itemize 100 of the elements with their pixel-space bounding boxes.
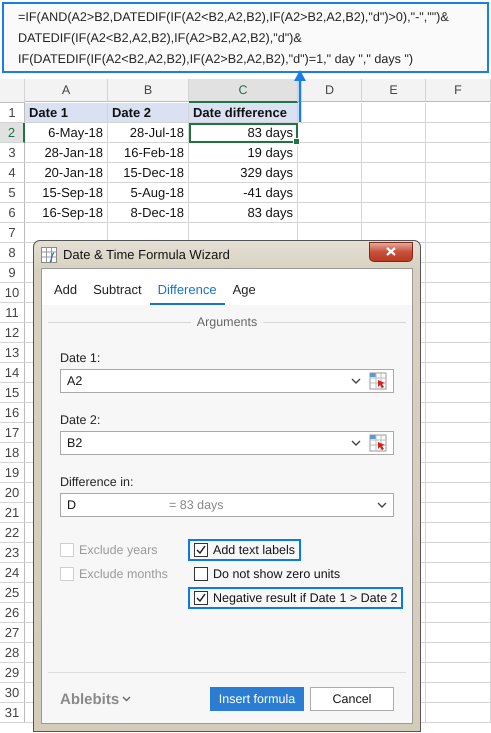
row-header[interactable]: 10 (0, 283, 25, 303)
table-cell: 28-Jul-18 (108, 123, 189, 143)
row-header[interactable]: 4 (0, 163, 25, 183)
column-header[interactable]: D (298, 79, 362, 102)
row-header[interactable]: 13 (0, 343, 25, 363)
tab[interactable]: Subtract (85, 269, 150, 305)
table-cell: 28-Jan-18 (25, 143, 108, 163)
table-cell: -41 days (189, 183, 298, 203)
row-header[interactable]: 15 (0, 383, 25, 403)
chevron-icon[interactable] (351, 378, 361, 384)
table-cell (298, 123, 362, 143)
table-cell (362, 103, 426, 123)
row-header[interactable]: 12 (0, 323, 25, 343)
formula-text: DATEDIF(IF(A2<B2,A2,B2),IF(A2>B2,A2,B2),"d")& (18, 30, 303, 47)
row-header[interactable]: 19 (0, 463, 25, 483)
column-header[interactable]: E (362, 79, 426, 102)
table-cell: 15-Dec-18 (108, 163, 189, 183)
reference-combo-box[interactable]: A2 (60, 369, 394, 393)
column-header[interactable]: A (25, 79, 108, 102)
table-cell: 83 days (189, 203, 298, 223)
tab[interactable]: Difference (150, 269, 225, 305)
table-cell (426, 163, 491, 183)
column-header[interactable]: B (108, 79, 189, 102)
table-cell (298, 143, 362, 163)
tab[interactable]: Add (46, 269, 86, 305)
row-header[interactable]: 29 (0, 663, 25, 683)
tab[interactable]: Age (224, 269, 264, 305)
result-preview: = 83 days (169, 498, 225, 512)
table-cell (362, 183, 426, 203)
row-header[interactable]: 8 (0, 243, 25, 263)
table-cell: 20-Jan-18 (25, 163, 108, 183)
row-header[interactable]: 25 (0, 583, 25, 603)
checkbox-option[interactable]: Do not show zero units (188, 563, 346, 585)
row-header[interactable]: 9 (0, 263, 25, 283)
checkbox-option[interactable]: Negative result if Date 1 > Date 2 (188, 587, 404, 609)
row-header[interactable]: 28 (0, 643, 25, 663)
insert-button[interactable]: Insert formula (210, 687, 304, 711)
column-header[interactable]: C (189, 79, 298, 103)
checkbox[interactable] (194, 543, 208, 557)
row-header[interactable]: 22 (0, 523, 25, 543)
row-header[interactable]: 23 (0, 543, 25, 563)
range-select-icon[interactable] (369, 434, 387, 452)
table-icon (41, 246, 57, 262)
row-header[interactable]: 11 (0, 303, 25, 323)
row-header[interactable]: 6 (0, 203, 25, 223)
unit-dropdown[interactable]: D = 83 days (60, 493, 394, 517)
field-label: Date 2: (60, 413, 102, 427)
cancel-button[interactable]: Cancel (310, 687, 394, 711)
row-header[interactable]: 31 (0, 703, 25, 723)
row-header[interactable]: 1 (0, 103, 25, 123)
table-cell (426, 103, 491, 123)
table-cell: Date 2 (108, 103, 189, 123)
table-cell (298, 163, 362, 183)
table-cell: 8-Dec-18 (108, 203, 189, 223)
checkbox[interactable] (194, 567, 208, 581)
window-title: Date & Time Formula Wizard (63, 247, 231, 262)
chevron-icon[interactable] (377, 502, 387, 508)
field-label: Difference in: (60, 475, 134, 489)
fill-handle[interactable] (293, 138, 300, 145)
chevron-icon[interactable] (351, 440, 361, 446)
formula-text: IF(DATEDIF(IF(A2<B2,A2,B2),IF(A2>B2,A2,B2),"d")=1," day "," days ") (18, 51, 414, 68)
table-cell: 16-Sep-18 (25, 203, 108, 223)
table-cell (298, 103, 362, 123)
row-header[interactable]: 18 (0, 443, 25, 463)
row-header[interactable]: 3 (0, 143, 25, 163)
reference-combo-box[interactable]: B2 (60, 431, 394, 455)
row-header[interactable]: 27 (0, 623, 25, 643)
row-header[interactable]: 16 (0, 403, 25, 423)
table-cell (426, 183, 491, 203)
table-cell (426, 143, 491, 163)
row-header[interactable]: 26 (0, 603, 25, 623)
close-icon (386, 247, 396, 256)
table-cell (362, 143, 426, 163)
table-cell: 15-Sep-18 (25, 183, 108, 203)
row-header[interactable]: 21 (0, 503, 25, 523)
column-header[interactable]: F (426, 79, 491, 102)
row-header[interactable]: 5 (0, 183, 25, 203)
table-cell: 16-Feb-18 (108, 143, 189, 163)
close-button[interactable] (369, 242, 413, 262)
chevron-icon (122, 696, 132, 702)
table-cell (426, 223, 491, 243)
table-cell (426, 203, 491, 223)
table-cell: 83 days (189, 123, 298, 143)
section-title: Arguments (196, 315, 258, 329)
row-header[interactable]: 7 (0, 223, 25, 243)
row-header[interactable]: 17 (0, 423, 25, 443)
range-select-icon[interactable] (369, 372, 387, 390)
row-header[interactable]: 20 (0, 483, 25, 503)
row-header[interactable]: 24 (0, 563, 25, 583)
table-cell (298, 183, 362, 203)
row-header[interactable]: 14 (0, 363, 25, 383)
field-label: Date 1: (60, 351, 102, 365)
table-cell: 329 days (189, 163, 298, 183)
row-header[interactable]: 2 (0, 123, 25, 143)
formula-text: =IF(AND(A2>B2,DATEDIF(IF(A2<B2,A2,B2),IF(A2>B2,A2,B2),"d")>0),"-","")& (18, 9, 450, 26)
row-header[interactable]: 30 (0, 683, 25, 703)
table-cell (362, 163, 426, 183)
checkbox[interactable] (194, 591, 208, 605)
checkbox-option[interactable]: Add text labels (188, 539, 301, 561)
table-cell: 5-Aug-18 (108, 183, 189, 203)
